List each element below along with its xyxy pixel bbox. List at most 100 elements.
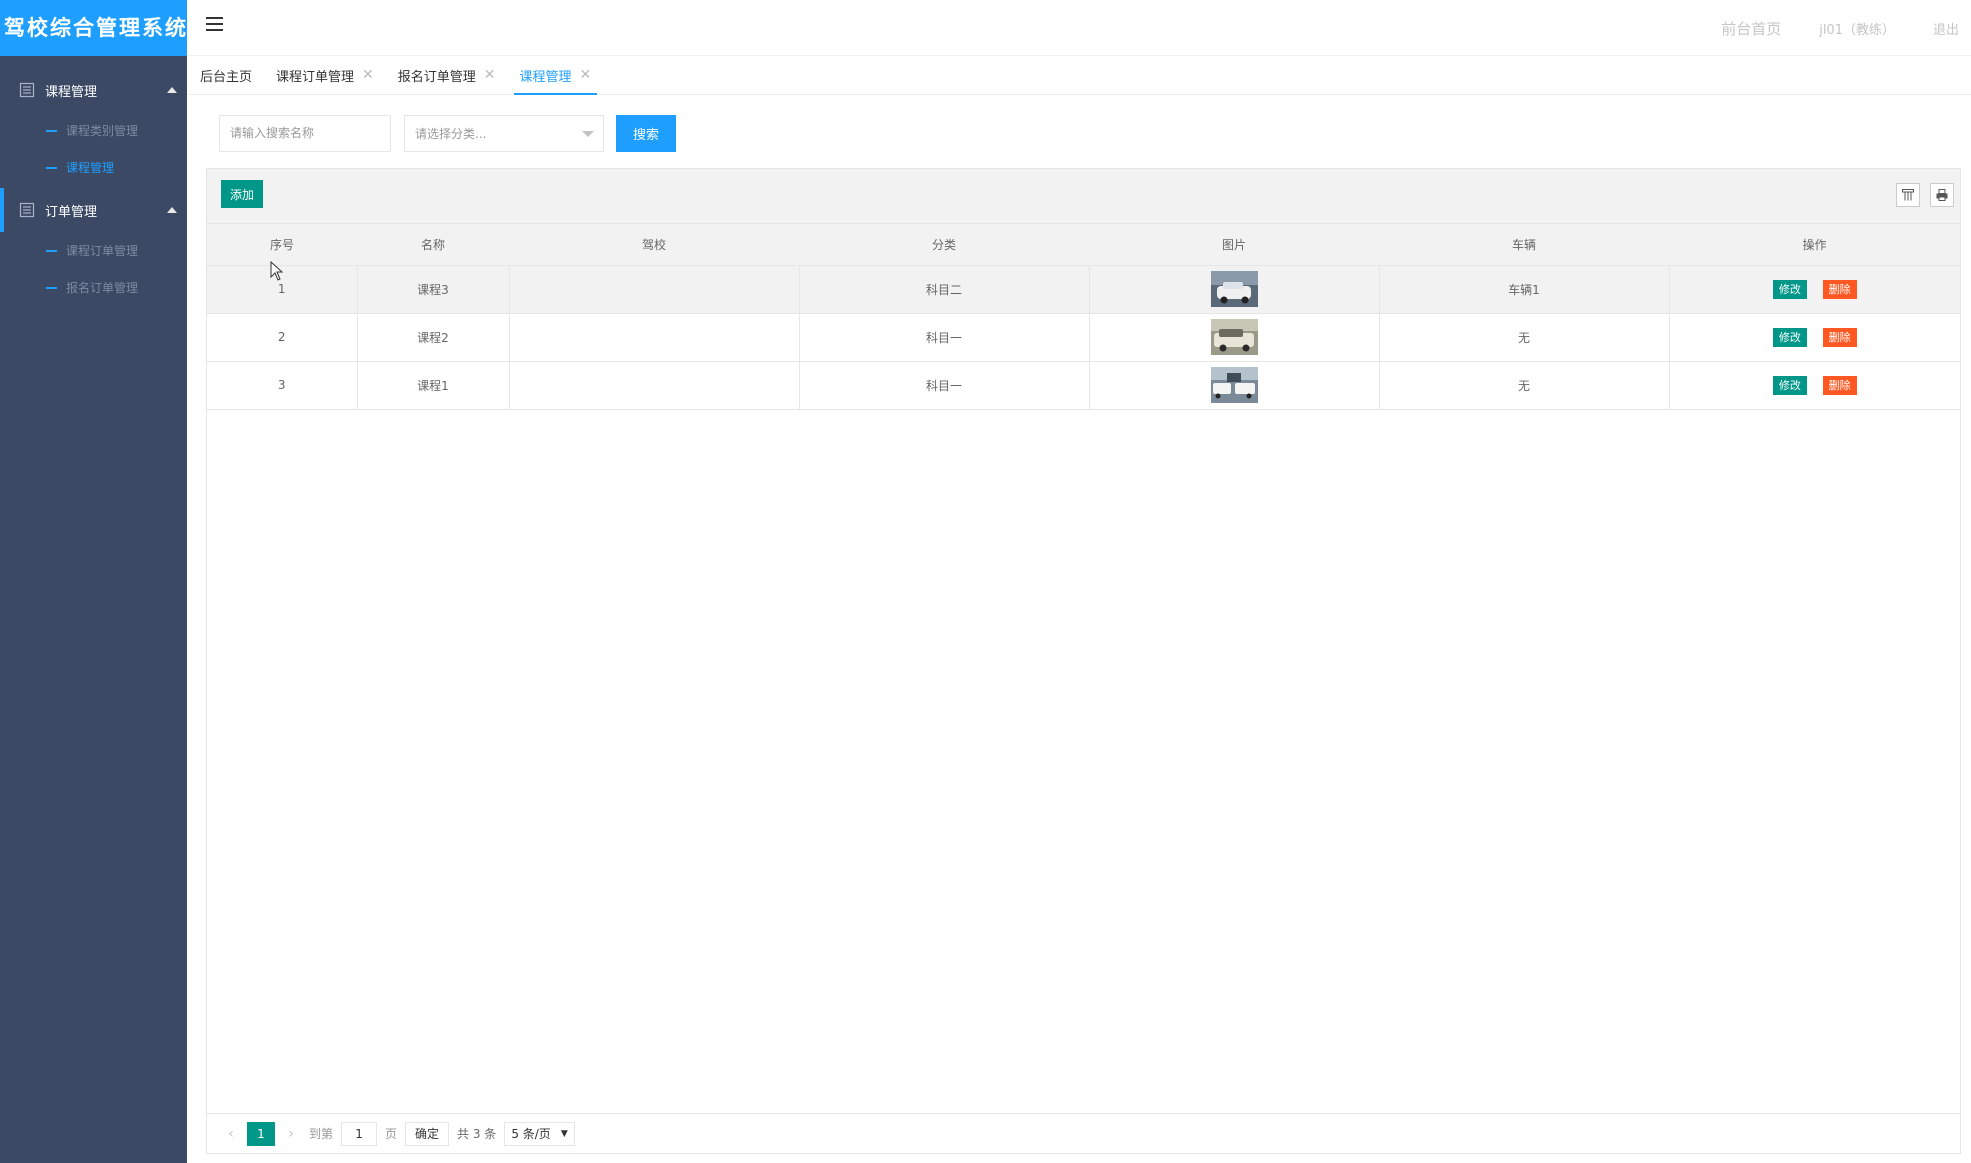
car-thumbnail-image[interactable] xyxy=(1210,319,1258,355)
sidebar-item-course-category[interactable]: 课程类别管理 xyxy=(0,112,187,149)
print-icon[interactable] xyxy=(1930,183,1954,207)
dash-icon xyxy=(46,166,57,169)
cell-actions: 修改 删除 xyxy=(1669,361,1960,410)
goto-suffix-label: 页 xyxy=(385,1127,398,1141)
sidebar-item-signup-order[interactable]: 报名订单管理 xyxy=(0,269,187,306)
cell-category: 科目一 xyxy=(799,361,1090,410)
document-icon xyxy=(19,202,35,218)
goto-prefix-label: 到第 xyxy=(309,1127,334,1141)
nav-group-order-header[interactable]: 订单管理 xyxy=(0,188,187,232)
sidebar-item-course-order[interactable]: 课程订单管理 xyxy=(0,232,187,269)
column-header-school[interactable]: 驾校 xyxy=(509,224,799,266)
course-table: 序号 名称 驾校 分类 图片 车辆 操作 1 课程3 科目二 车辆1 修改 删除… xyxy=(207,224,1960,410)
delete-button[interactable]: 删除 xyxy=(1822,279,1857,299)
columns-filter-icon[interactable] xyxy=(1896,183,1920,207)
menu-toggle-icon[interactable] xyxy=(206,17,223,34)
car-thumbnail-image[interactable] xyxy=(1210,367,1258,403)
tab-label: 后台主页 xyxy=(200,69,253,85)
mouse-pointer-icon xyxy=(270,261,284,281)
sidebar: 驾校综合管理系统 课程管理 课程类别管理 课程管理 订单管理 课程订单管理 报名… xyxy=(0,0,187,1163)
columns-icon xyxy=(1902,189,1914,201)
top-header: 前台首页 jl01（教练） 退出 xyxy=(187,0,1971,56)
edit-button[interactable]: 修改 xyxy=(1772,279,1807,299)
column-header-image[interactable]: 图片 xyxy=(1089,224,1379,266)
cell-no: 3 xyxy=(207,361,358,410)
table-toolbar: 添加 xyxy=(207,169,1960,224)
delete-button[interactable]: 删除 xyxy=(1822,327,1857,347)
data-table-card: 添加 序号 名称 驾校 分类 图片 车辆 操作 1 课程3 科目二 车辆1 修改… xyxy=(206,168,1961,1154)
nav-group-course-header[interactable]: 课程管理 xyxy=(0,68,187,112)
user-menu[interactable]: jl01（教练） xyxy=(1819,19,1895,38)
tab-course-manage[interactable]: 课程管理 ✕ xyxy=(513,56,598,95)
page-number-current[interactable]: 1 xyxy=(247,1121,275,1146)
tab-label: 课程管理 xyxy=(519,69,572,85)
category-select[interactable]: 请选择分类... xyxy=(404,114,604,152)
cell-school xyxy=(509,361,800,410)
tab-label: 课程订单管理 xyxy=(276,69,355,85)
edit-button[interactable]: 修改 xyxy=(1772,375,1807,395)
delete-button[interactable]: 删除 xyxy=(1822,375,1857,395)
cell-actions: 修改 删除 xyxy=(1669,313,1960,362)
cell-image xyxy=(1089,313,1380,362)
nav-group-order: 订单管理 课程订单管理 报名订单管理 xyxy=(0,188,187,306)
table-row[interactable]: 3 课程1 科目一 无 修改 删除 xyxy=(207,361,1960,410)
document-icon xyxy=(19,82,35,98)
table-row[interactable]: 2 课程2 科目一 无 修改 删除 xyxy=(207,313,1960,362)
car-thumbnail-image[interactable] xyxy=(1210,271,1258,307)
search-input[interactable] xyxy=(219,114,391,152)
close-icon[interactable]: ✕ xyxy=(362,67,374,83)
column-header-vehicle[interactable]: 车辆 xyxy=(1379,224,1669,266)
category-select-placeholder: 请选择分类... xyxy=(415,126,487,141)
goto-page-input[interactable] xyxy=(341,1121,378,1146)
sidebar-item-label: 课程订单管理 xyxy=(66,244,139,258)
search-button[interactable]: 搜索 xyxy=(616,114,676,152)
cell-actions: 修改 删除 xyxy=(1669,265,1960,314)
search-bar: 请选择分类... 搜索 xyxy=(219,113,676,153)
sidebar-item-course-manage[interactable]: 课程管理 xyxy=(0,149,187,186)
logout-link[interactable]: 退出 xyxy=(1933,19,1959,38)
page-size-select[interactable]: 5 条/页 ▼ xyxy=(504,1121,575,1146)
tab-label: 报名订单管理 xyxy=(397,69,476,85)
table-row[interactable]: 1 课程3 科目二 车辆1 修改 删除 xyxy=(207,265,1960,314)
dash-icon xyxy=(46,249,57,252)
tab-home[interactable]: 后台主页 xyxy=(194,56,258,94)
cell-name: 课程3 xyxy=(357,265,510,314)
column-header-category[interactable]: 分类 xyxy=(799,224,1089,266)
cell-vehicle: 车辆1 xyxy=(1379,265,1670,314)
cell-category: 科目一 xyxy=(799,313,1090,362)
next-page-icon[interactable]: › xyxy=(281,1126,301,1142)
caret-up-icon xyxy=(167,87,177,93)
goto-confirm-button[interactable]: 确定 xyxy=(405,1121,450,1146)
cell-school xyxy=(509,265,800,314)
pagination: ‹ 1 › 到第 页 确定 共 3 条 5 条/页 ▼ xyxy=(207,1113,1960,1153)
dropdown-triangle-icon: ▼ xyxy=(560,1128,568,1139)
cell-vehicle: 无 xyxy=(1379,361,1670,410)
nav-group-course: 课程管理 课程类别管理 课程管理 xyxy=(0,68,187,186)
tab-course-order[interactable]: 课程订单管理 ✕ xyxy=(270,56,380,94)
column-header-no[interactable]: 序号 xyxy=(207,224,357,266)
close-icon[interactable]: ✕ xyxy=(580,67,592,83)
sidebar-item-label: 课程类别管理 xyxy=(66,124,139,138)
prev-page-icon[interactable]: ‹ xyxy=(221,1126,241,1142)
cell-no: 2 xyxy=(207,313,358,362)
dash-icon xyxy=(46,129,57,132)
cell-name: 课程1 xyxy=(357,361,510,410)
total-count: 共 3 条 xyxy=(457,1127,497,1141)
close-icon[interactable]: ✕ xyxy=(484,67,496,83)
front-page-link[interactable]: 前台首页 xyxy=(1721,18,1781,39)
add-button[interactable]: 添加 xyxy=(221,180,263,208)
cell-name: 课程2 xyxy=(357,313,510,362)
cell-vehicle: 无 xyxy=(1379,313,1670,362)
nav-group-label: 订单管理 xyxy=(45,204,98,220)
column-header-actions: 操作 xyxy=(1669,224,1960,266)
page-size-value: 5 条/页 xyxy=(511,1127,551,1141)
app-logo-title: 驾校综合管理系统 xyxy=(0,0,187,56)
sidebar-item-label: 课程管理 xyxy=(66,161,115,175)
dash-icon xyxy=(46,286,57,289)
chevron-down-icon xyxy=(582,130,594,137)
header-links: 前台首页 jl01（教练） 退出 xyxy=(1721,0,1971,56)
tab-signup-order[interactable]: 报名订单管理 ✕ xyxy=(392,56,502,94)
caret-up-icon xyxy=(167,207,177,213)
edit-button[interactable]: 修改 xyxy=(1772,327,1807,347)
column-header-name[interactable]: 名称 xyxy=(357,224,509,266)
